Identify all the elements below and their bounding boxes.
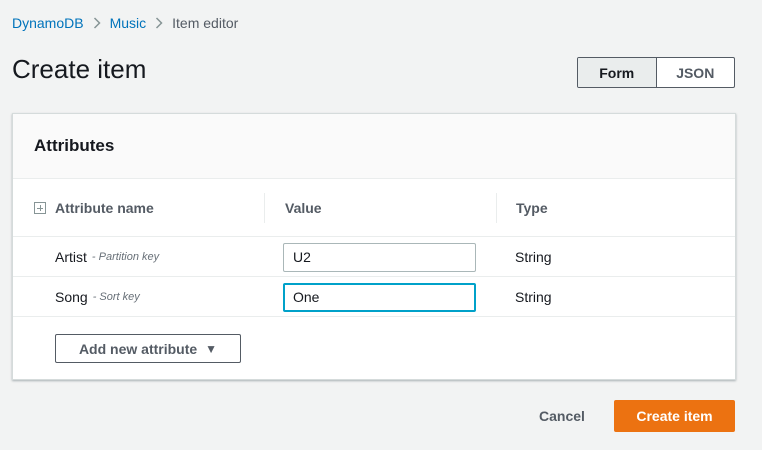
partition-key-label: - Partition key (91, 251, 160, 263)
attributes-table-header: Attribute name Value Type (13, 179, 735, 237)
attribute-name-column-header: Attribute name (34, 179, 154, 237)
caret-down-icon: ▼ (205, 341, 218, 356)
song-value-input[interactable] (283, 282, 476, 312)
attribute-row-song: Song - Sort key String (13, 277, 735, 317)
page-title: Create item (12, 54, 147, 84)
attribute-value-cell (283, 277, 476, 317)
attribute-name-cell: Song - Sort key (55, 277, 140, 317)
attribute-type[interactable]: String (515, 237, 552, 277)
create-item-button[interactable]: Create item (614, 400, 735, 432)
attribute-row-artist: Artist - Partition key String (13, 237, 735, 277)
attributes-panel: Attributes Attribute name Value Type Art… (12, 113, 736, 380)
column-divider (496, 193, 497, 223)
form-view-button[interactable]: Form (578, 58, 656, 87)
attribute-type[interactable]: String (515, 277, 552, 317)
artist-value-input[interactable] (283, 242, 476, 272)
view-toggle: Form JSON (577, 57, 735, 88)
value-column-header: Value (285, 200, 322, 216)
attribute-value-cell (283, 237, 476, 277)
breadcrumb-current: Item editor (172, 15, 239, 31)
chevron-right-icon (84, 17, 110, 29)
breadcrumb-music-link[interactable]: Music (110, 15, 147, 31)
chevron-right-icon (146, 17, 172, 29)
add-new-attribute-label: Add new attribute (78, 340, 198, 357)
attribute-name-column-label: Attribute name (55, 200, 154, 216)
column-divider (264, 193, 265, 223)
attributes-panel-title: Attributes (34, 136, 115, 155)
attribute-name: Song (55, 289, 88, 305)
json-view-button[interactable]: JSON (655, 58, 735, 87)
attribute-name: Artist (55, 249, 87, 265)
attribute-name-cell: Artist - Partition key (55, 237, 159, 277)
breadcrumb: DynamoDB Music Item editor (12, 14, 238, 32)
sort-key-label: - Sort key (92, 291, 140, 303)
type-column-header: Type (516, 200, 548, 216)
add-new-attribute-button[interactable]: Add new attribute ▼ (55, 334, 241, 363)
breadcrumb-dynamodb-link[interactable]: DynamoDB (12, 15, 84, 31)
expand-plus-icon[interactable] (34, 202, 46, 214)
cancel-button[interactable]: Cancel (528, 403, 596, 429)
attributes-panel-header: Attributes (13, 114, 735, 179)
